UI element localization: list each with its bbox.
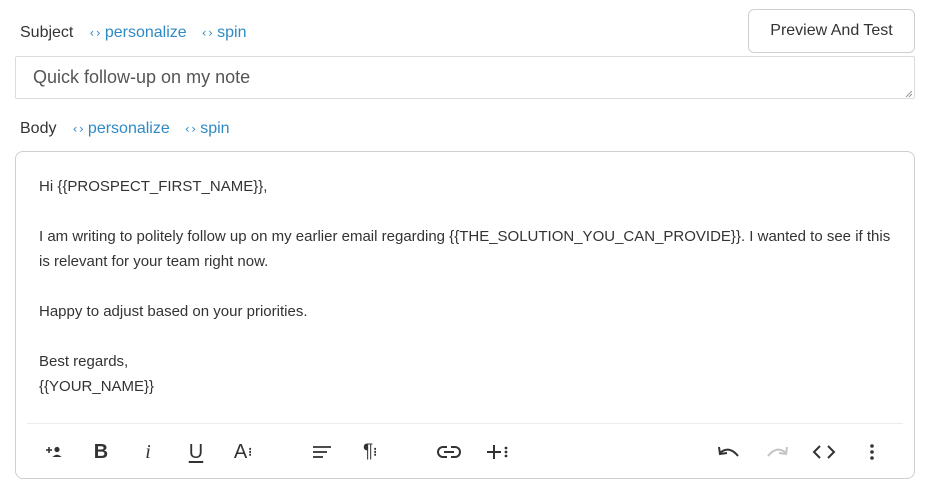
- undo-button[interactable]: [714, 439, 744, 465]
- italic-icon: i: [145, 440, 151, 463]
- code-brackets-icon: ‹›: [200, 26, 214, 40]
- undo-icon: [718, 446, 739, 457]
- subject-spin-link[interactable]: ‹› spin: [201, 24, 247, 42]
- body-editor[interactable]: Hi {{PROSPECT_FIRST_NAME}}, I am writing…: [15, 151, 915, 479]
- code-brackets-icon: ‹›: [88, 26, 101, 40]
- subject-label: Subject: [20, 24, 74, 41]
- paragraph-icon: ¶: [362, 441, 374, 462]
- body-spin-text: spin: [200, 120, 230, 137]
- subject-label-row: Subject ‹› personalize ‹› spin: [20, 22, 246, 44]
- link-button[interactable]: [434, 439, 464, 465]
- code-view-button[interactable]: [809, 439, 839, 465]
- subject-personalize-link[interactable]: ‹› personalize: [88, 24, 186, 42]
- body-signoff: Best regards,: [39, 353, 129, 370]
- more-icon: [870, 444, 874, 460]
- insert-icon: [487, 445, 508, 459]
- font-size-icon: A: [233, 440, 248, 463]
- redo-button[interactable]: [762, 439, 792, 465]
- font-size-button[interactable]: A ⁝: [228, 439, 258, 465]
- bold-button[interactable]: B: [86, 439, 116, 465]
- align-button[interactable]: [307, 439, 337, 465]
- underline-button[interactable]: U: [181, 439, 211, 465]
- bold-icon: B: [93, 440, 109, 463]
- subject-spin-text: spin: [217, 24, 247, 41]
- insert-button[interactable]: [482, 439, 512, 465]
- body-label-row: Body ‹› personalize ‹› spin: [20, 118, 230, 140]
- align-icon: [313, 446, 331, 458]
- toolbar-divider: [27, 423, 903, 424]
- add-contact-button[interactable]: [39, 439, 69, 465]
- preview-and-test-button[interactable]: Preview And Test: [748, 9, 915, 53]
- code-brackets-icon: ‹›: [183, 122, 197, 136]
- more-options-button[interactable]: [857, 439, 887, 465]
- code-icon: [812, 445, 836, 459]
- body-editor-content[interactable]: Hi {{PROSPECT_FIRST_NAME}}, I am writing…: [39, 174, 899, 399]
- body-greeting: Hi {{PROSPECT_FIRST_NAME}},: [39, 178, 268, 195]
- link-icon: [437, 446, 461, 458]
- body-personalize-text: personalize: [87, 120, 170, 137]
- body-spin-link[interactable]: ‹› spin: [184, 120, 230, 138]
- body-paragraph: Happy to adjust based on your priorities…: [39, 303, 308, 320]
- subject-input[interactable]: [15, 56, 915, 99]
- add-contact-icon: [46, 446, 62, 457]
- body-paragraph: I am writing to politely follow up on my…: [39, 228, 891, 270]
- subject-personalize-text: personalize: [104, 24, 187, 41]
- body-label: Body: [20, 120, 57, 137]
- redo-icon: [767, 446, 788, 457]
- italic-button[interactable]: i: [133, 439, 163, 465]
- body-signature: {{YOUR_NAME}}: [39, 378, 155, 395]
- paragraph-button[interactable]: ¶ ⁝: [355, 439, 385, 465]
- underline-icon: U: [188, 440, 204, 463]
- body-personalize-link[interactable]: ‹› personalize: [71, 120, 169, 138]
- code-brackets-icon: ‹›: [71, 122, 84, 136]
